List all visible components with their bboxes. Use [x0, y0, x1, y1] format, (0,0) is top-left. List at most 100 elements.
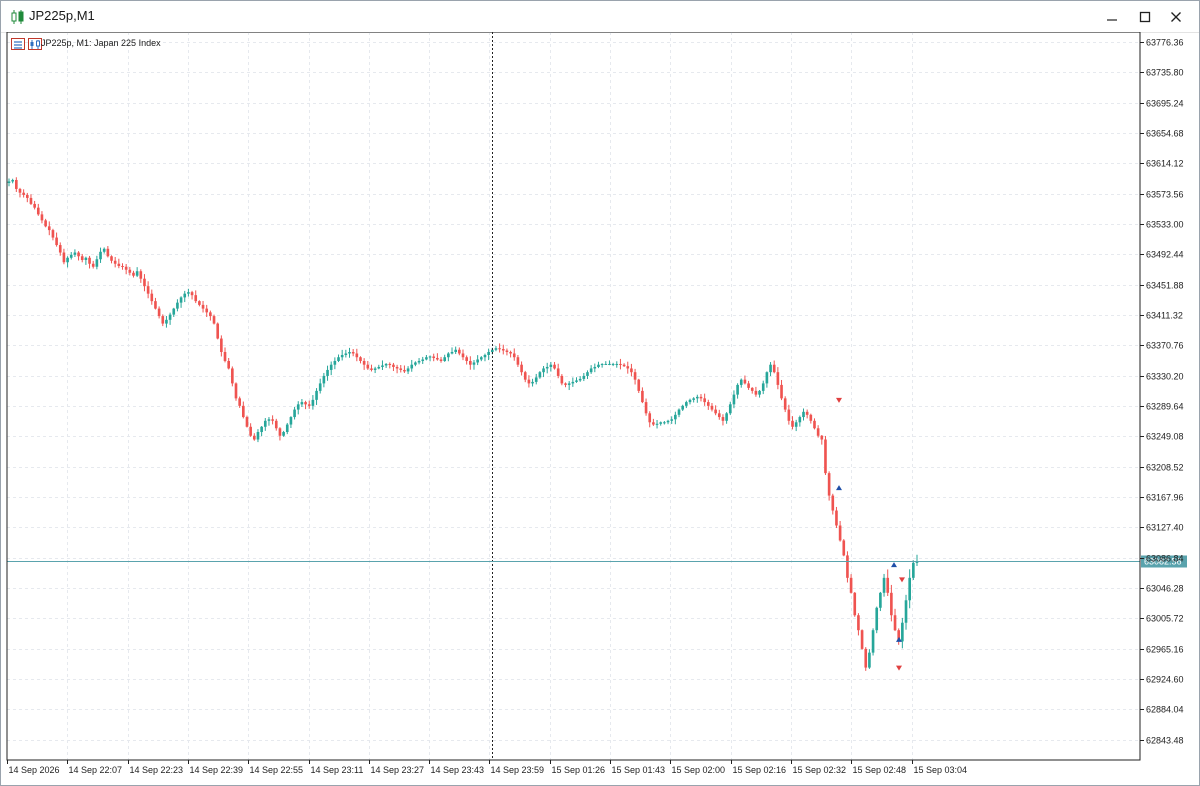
close-icon [1171, 12, 1181, 22]
candle-body [216, 323, 220, 339]
candle-body [835, 510, 838, 526]
candle-body [252, 435, 256, 440]
candle-body [447, 353, 450, 358]
candle-body [831, 495, 835, 511]
candle-body [113, 260, 117, 264]
trade-marker-sell [896, 665, 902, 671]
candle-body [421, 359, 425, 361]
candle-body [410, 364, 414, 369]
plot-frame [6, 32, 1141, 761]
candle-body [190, 292, 194, 296]
candle-body [886, 577, 890, 593]
candle-body [641, 390, 644, 403]
minimize-button[interactable] [1097, 5, 1127, 29]
candle-body [377, 366, 381, 369]
candle-body [893, 615, 897, 631]
candle-body [604, 363, 608, 365]
candle-body [370, 368, 373, 370]
candle-body [25, 194, 29, 198]
y-tick-label: 63127.40 [1146, 523, 1184, 533]
candle-body [769, 364, 772, 373]
candle-body [388, 363, 392, 365]
y-tick-label: 63289.64 [1146, 402, 1184, 412]
candle-body [498, 348, 501, 350]
candle-body [516, 357, 520, 365]
candle-body [348, 351, 351, 354]
candle-body [84, 257, 88, 261]
candle-body [600, 363, 604, 365]
candle-body [278, 428, 282, 436]
candle-body [501, 349, 505, 351]
candle-body [58, 245, 62, 253]
candle-body [439, 359, 443, 361]
candle-body [685, 402, 688, 406]
candle-body [710, 405, 714, 410]
candle-body [666, 420, 670, 423]
candle-body [289, 417, 293, 425]
candle-body [743, 379, 747, 384]
candle-body [476, 359, 479, 363]
candle-body [322, 375, 326, 384]
candle-body [787, 409, 791, 421]
candle-body [66, 257, 69, 263]
candle-body [505, 350, 509, 352]
candle-body [780, 384, 783, 399]
candle-body [139, 271, 143, 279]
candle-body [714, 409, 717, 414]
candle-body [55, 237, 58, 246]
candle-body [362, 360, 366, 365]
candle-body [395, 366, 399, 369]
x-tick-label: 15 Sep 02:16 [733, 765, 787, 775]
candle-body [293, 409, 296, 418]
candle-body [432, 356, 436, 358]
candle-body [875, 607, 879, 631]
candle-body [699, 396, 703, 399]
title-bar[interactable]: JP225p,M1 [1, 1, 1199, 33]
candle-body [571, 381, 575, 384]
x-tick-label: 14 Sep 2026 [9, 765, 60, 775]
candle-body [102, 248, 106, 252]
candle-body [329, 364, 333, 370]
candle-body [161, 316, 165, 324]
trade-marker-sell [899, 577, 905, 583]
x-tick-label: 14 Sep 22:07 [69, 765, 123, 775]
candle-body [549, 364, 553, 367]
trade-marker-buy [891, 562, 897, 568]
candle-body [864, 648, 868, 668]
candle-body [912, 562, 915, 578]
candle-body [296, 404, 300, 410]
candle-body [736, 384, 739, 395]
y-tick-label: 62924.60 [1146, 675, 1184, 685]
y-tick-label: 63451.88 [1146, 281, 1184, 291]
candle-body [761, 383, 765, 391]
candle-body [274, 420, 278, 429]
close-button[interactable] [1161, 5, 1191, 29]
candle-body [29, 197, 33, 204]
candle-body [648, 413, 652, 423]
candle-body [95, 259, 99, 267]
candle-body [315, 390, 318, 400]
candle-body [816, 428, 820, 436]
candle-body [154, 301, 157, 309]
candle-body [110, 256, 113, 261]
candle-body [717, 413, 721, 418]
price-chart[interactable]: 63082.56 63776.36 63735.80 63695.24 63654.6… [1, 32, 1199, 785]
chart-properties-icon [28, 38, 42, 50]
candle-body [373, 368, 377, 370]
y-tick-label: 63695.24 [1146, 99, 1184, 109]
candle-body [80, 256, 84, 261]
candle-body [670, 419, 674, 421]
maximize-button[interactable] [1130, 5, 1160, 29]
candle-body [890, 592, 893, 616]
y-tick-label: 63573.56 [1146, 190, 1184, 200]
candle-body [622, 364, 626, 367]
candles [7, 177, 919, 671]
y-tick-label: 63005.72 [1146, 614, 1184, 624]
candle-body [121, 265, 124, 267]
candle-body [333, 360, 337, 365]
x-tick-label: 15 Sep 02:48 [853, 765, 907, 775]
candle-body [747, 383, 750, 388]
candle-body [238, 398, 241, 406]
candle-body [307, 404, 311, 406]
candle-body [44, 220, 47, 227]
